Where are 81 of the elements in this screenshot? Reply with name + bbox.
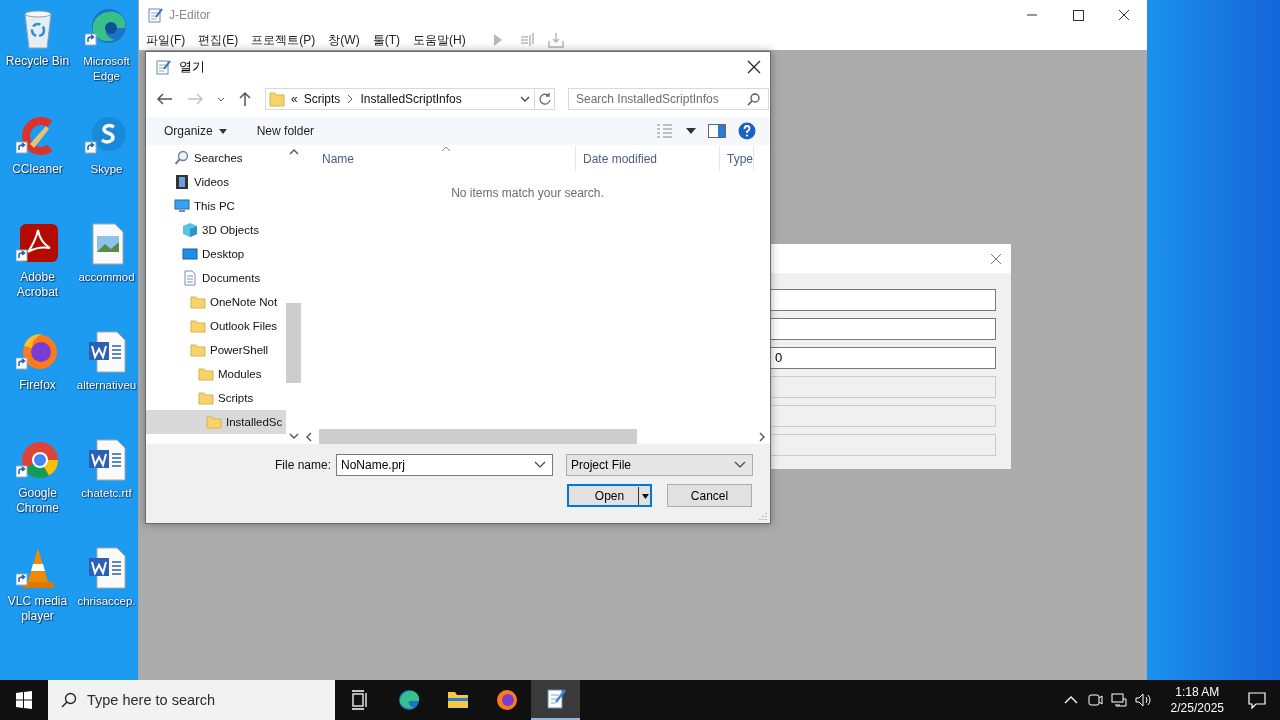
empty-message: No items match your search. (451, 186, 604, 201)
time-text: 1:18 AM (1175, 684, 1220, 700)
breadcrumb-item[interactable]: Scripts (303, 92, 341, 106)
tree-item[interactable]: Modules (146, 362, 286, 386)
cancel-button[interactable]: Cancel (667, 484, 752, 507)
caret-icon[interactable] (686, 128, 696, 134)
split-caret-icon[interactable] (638, 487, 650, 505)
folder-icon (269, 91, 285, 107)
folder-icon (190, 342, 206, 358)
tree-item[interactable]: Videos (146, 170, 286, 194)
cube-icon (182, 222, 198, 238)
tree-item[interactable]: PowerShell (146, 338, 286, 362)
help-icon[interactable] (738, 122, 756, 140)
dialog-title: 열기 (179, 57, 205, 76)
folder-icon (198, 390, 214, 406)
date-text: 2/25/2025 (1170, 700, 1224, 716)
file-name-field[interactable]: NoName.prj (336, 454, 553, 476)
menu-item[interactable]: 파일(F) (146, 31, 186, 49)
tree-item[interactable]: Desktop (146, 242, 286, 266)
resize-grip-icon[interactable] (758, 511, 768, 521)
tree-item[interactable]: Outlook Files (146, 314, 286, 338)
scrollbar-thumb[interactable] (286, 303, 301, 383)
column-header[interactable]: Name (301, 146, 576, 171)
breadcrumb-item[interactable]: InstalledScriptInfos (360, 92, 462, 106)
notepad-icon (155, 58, 171, 75)
tree-item[interactable]: InstalledSc (146, 410, 286, 434)
preview-pane-icon[interactable] (708, 124, 726, 138)
menu-item[interactable]: 창(W) (328, 31, 360, 49)
search-icon (61, 692, 77, 708)
close-icon[interactable] (747, 59, 761, 74)
breadcrumb-overflow[interactable]: « (291, 92, 298, 106)
document-icon (182, 270, 198, 286)
edge-icon (396, 688, 421, 712)
sort-caret-icon (441, 146, 451, 152)
text-field[interactable]: 0 (770, 347, 996, 369)
scrollbar-thumb[interactable] (319, 429, 637, 444)
taskbar-search-field[interactable]: Type here to search (48, 680, 335, 720)
toolbar-button[interactable]: Organize (164, 124, 227, 138)
file-type-dropdown[interactable]: Project File (566, 454, 753, 476)
notification-icon[interactable] (1246, 689, 1268, 711)
tree-item[interactable]: Documents (146, 266, 286, 290)
address-bar[interactable]: « Scripts InstalledScriptInfos (265, 88, 535, 110)
menu-item[interactable]: 편집(E) (198, 31, 239, 49)
folder-icon (190, 294, 206, 310)
clock[interactable]: 1:18 AM 2/25/2025 (1162, 684, 1232, 716)
menu-item[interactable]: 도움말(H) (413, 31, 466, 49)
menu-item[interactable]: 프로젝트(P) (251, 31, 316, 49)
tree-item[interactable]: 3D Objects (146, 218, 286, 242)
field-label: File name: (274, 458, 331, 472)
text-field[interactable] (770, 318, 996, 340)
chevron-icon (346, 94, 355, 104)
window-title: J-Editor (169, 8, 211, 22)
search-field[interactable]: Search InstalledScriptInfos (568, 88, 769, 110)
pc-icon (174, 198, 190, 214)
search-icon (747, 92, 761, 106)
notepad-icon (147, 7, 163, 23)
refresh-icon (537, 92, 552, 106)
tree-item[interactable]: OneNote Not (146, 290, 286, 314)
folder-icon (198, 366, 214, 382)
search-icon (174, 150, 190, 166)
open-button[interactable]: Open (567, 484, 652, 507)
videos-icon (174, 174, 190, 190)
caret-icon[interactable] (519, 94, 531, 104)
network-icon[interactable] (1108, 690, 1129, 710)
menu-item[interactable]: 툴(T) (372, 31, 400, 49)
caret-icon (734, 461, 746, 469)
desktop-icon (182, 246, 198, 262)
caret-icon (218, 128, 227, 134)
firefox-icon (494, 688, 519, 712)
refresh-button[interactable] (535, 88, 555, 110)
column-header[interactable]: Date modified (576, 146, 720, 171)
column-header[interactable]: Type (720, 146, 754, 171)
tree-item[interactable]: Scripts (146, 386, 286, 410)
folder-icon (206, 414, 222, 430)
tree-item[interactable]: This PC (146, 194, 286, 218)
taskbar-app-button[interactable] (531, 680, 580, 720)
toolbar-button[interactable]: New folder (256, 124, 315, 138)
tree-item[interactable]: Searches (146, 146, 286, 170)
text-field[interactable] (770, 289, 996, 311)
folder-icon (190, 318, 206, 334)
caret-icon[interactable] (534, 461, 546, 469)
